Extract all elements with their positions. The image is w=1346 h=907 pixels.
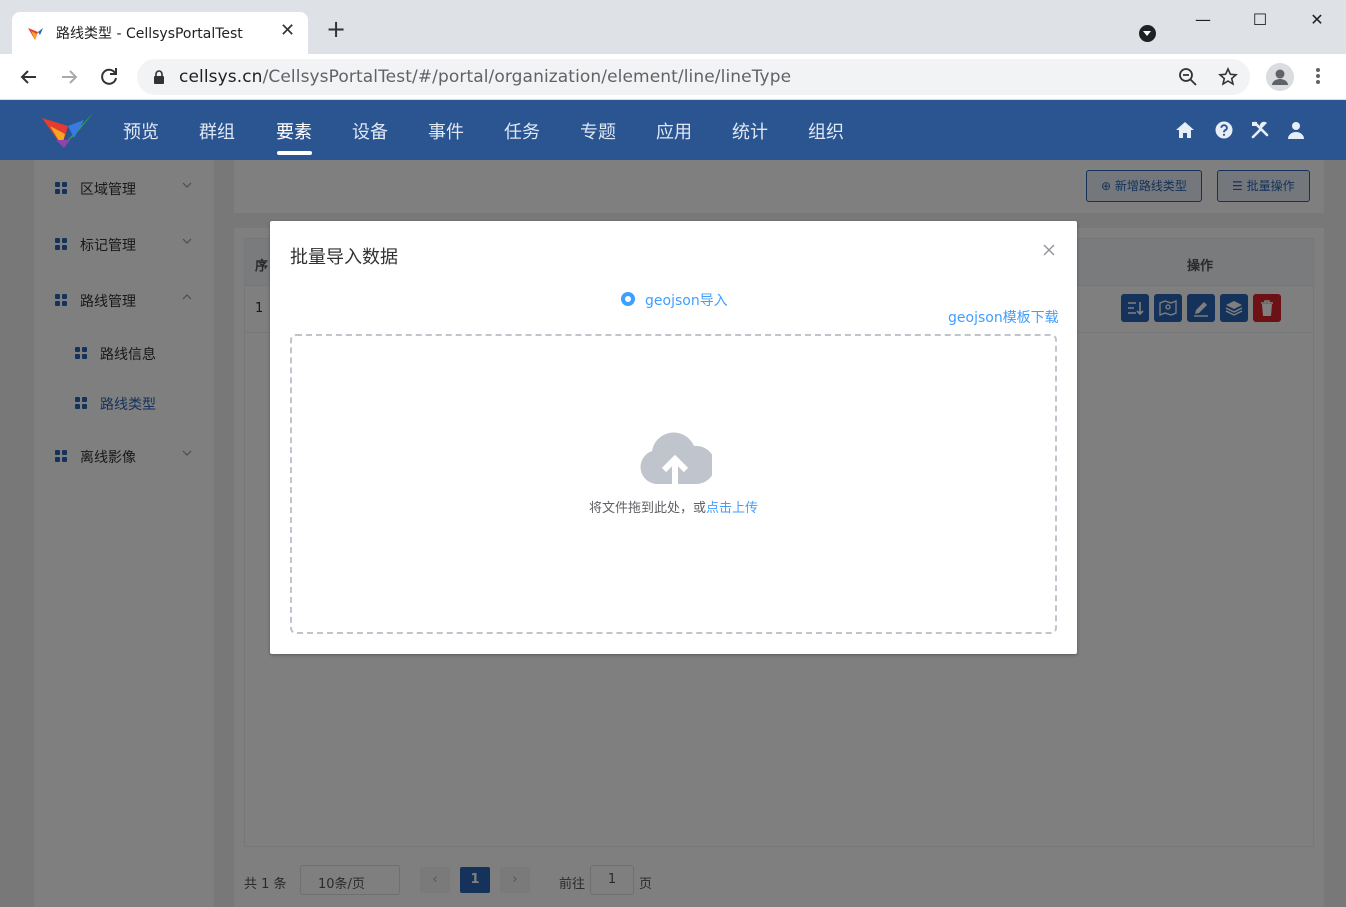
browser-tab[interactable]: 路线类型 - CellsysPortalTest ✕ bbox=[12, 12, 308, 54]
cellsys-logo-icon[interactable] bbox=[40, 110, 98, 152]
back-icon[interactable] bbox=[16, 64, 42, 90]
dialog-close-icon[interactable] bbox=[1041, 242, 1057, 258]
browser-menu-icon[interactable] bbox=[1308, 66, 1328, 88]
window-close-icon[interactable]: ✕ bbox=[1302, 8, 1332, 32]
tab-search-icon[interactable] bbox=[1139, 25, 1156, 42]
maximize-icon[interactable]: ☐ bbox=[1245, 8, 1275, 32]
nav-item-stats[interactable]: 统计 bbox=[732, 118, 768, 144]
nav-item-app[interactable]: 应用 bbox=[656, 118, 692, 144]
tab-title: 路线类型 - CellsysPortalTest bbox=[56, 26, 243, 42]
address-bar[interactable]: cellsys.cn/CellsysPortalTest/#/portal/or… bbox=[137, 59, 1250, 95]
nav-item-device[interactable]: 设备 bbox=[352, 118, 388, 144]
geojson-import-radio[interactable] bbox=[621, 292, 635, 306]
nav-item-task[interactable]: 任务 bbox=[504, 118, 540, 144]
browser-toolbar: cellsys.cn/CellsysPortalTest/#/portal/or… bbox=[0, 54, 1346, 100]
cloud-upload-icon bbox=[640, 432, 712, 484]
forward-icon[interactable] bbox=[56, 64, 82, 90]
upload-hint: 将文件拖到此处，或点击上传 bbox=[588, 501, 759, 516]
profile-avatar-icon[interactable] bbox=[1266, 63, 1294, 91]
bookmark-star-icon[interactable] bbox=[1218, 67, 1238, 87]
nav-item-topic[interactable]: 专题 bbox=[580, 118, 616, 144]
url-text[interactable]: cellsys.cn/CellsysPortalTest/#/portal/or… bbox=[179, 67, 791, 87]
nav-item-organization[interactable]: 组织 bbox=[808, 118, 844, 144]
batch-import-dialog: 批量导入数据 geojson导入 geojson模板下载 将文件拖到此处，或点击… bbox=[270, 221, 1077, 654]
nav-item-group[interactable]: 群组 bbox=[199, 118, 235, 144]
browser-tabstrip: 路线类型 - CellsysPortalTest ✕ + — ☐ ✕ bbox=[0, 0, 1346, 54]
upload-dropzone[interactable]: 将文件拖到此处，或点击上传 bbox=[290, 334, 1057, 634]
minimize-icon[interactable]: — bbox=[1188, 8, 1218, 32]
person-icon bbox=[1272, 69, 1288, 85]
help-icon[interactable] bbox=[1214, 120, 1234, 140]
reload-icon[interactable] bbox=[96, 64, 122, 90]
new-tab-icon[interactable]: + bbox=[326, 17, 346, 41]
home-icon[interactable] bbox=[1175, 120, 1195, 140]
app-header: 预览 群组 要素 设备 事件 任务 专题 应用 统计 组织 bbox=[0, 100, 1346, 160]
dialog-title: 批量导入数据 bbox=[290, 247, 398, 268]
tab-close-icon[interactable]: ✕ bbox=[280, 20, 295, 42]
tools-icon[interactable] bbox=[1250, 120, 1270, 140]
geojson-template-download-link[interactable]: geojson模板下载 bbox=[948, 307, 1059, 327]
nav-item-preview[interactable]: 预览 bbox=[123, 118, 159, 144]
zoom-icon[interactable] bbox=[1178, 67, 1198, 87]
user-icon[interactable] bbox=[1286, 120, 1306, 140]
lock-icon[interactable] bbox=[153, 70, 165, 84]
click-upload-link[interactable]: 点击上传 bbox=[706, 501, 758, 516]
cellsys-favicon-icon bbox=[28, 25, 46, 40]
nav-item-event[interactable]: 事件 bbox=[428, 118, 464, 144]
nav-active-indicator bbox=[277, 151, 312, 155]
nav-item-element[interactable]: 要素 bbox=[276, 118, 312, 144]
geojson-import-label[interactable]: geojson导入 bbox=[645, 290, 728, 310]
